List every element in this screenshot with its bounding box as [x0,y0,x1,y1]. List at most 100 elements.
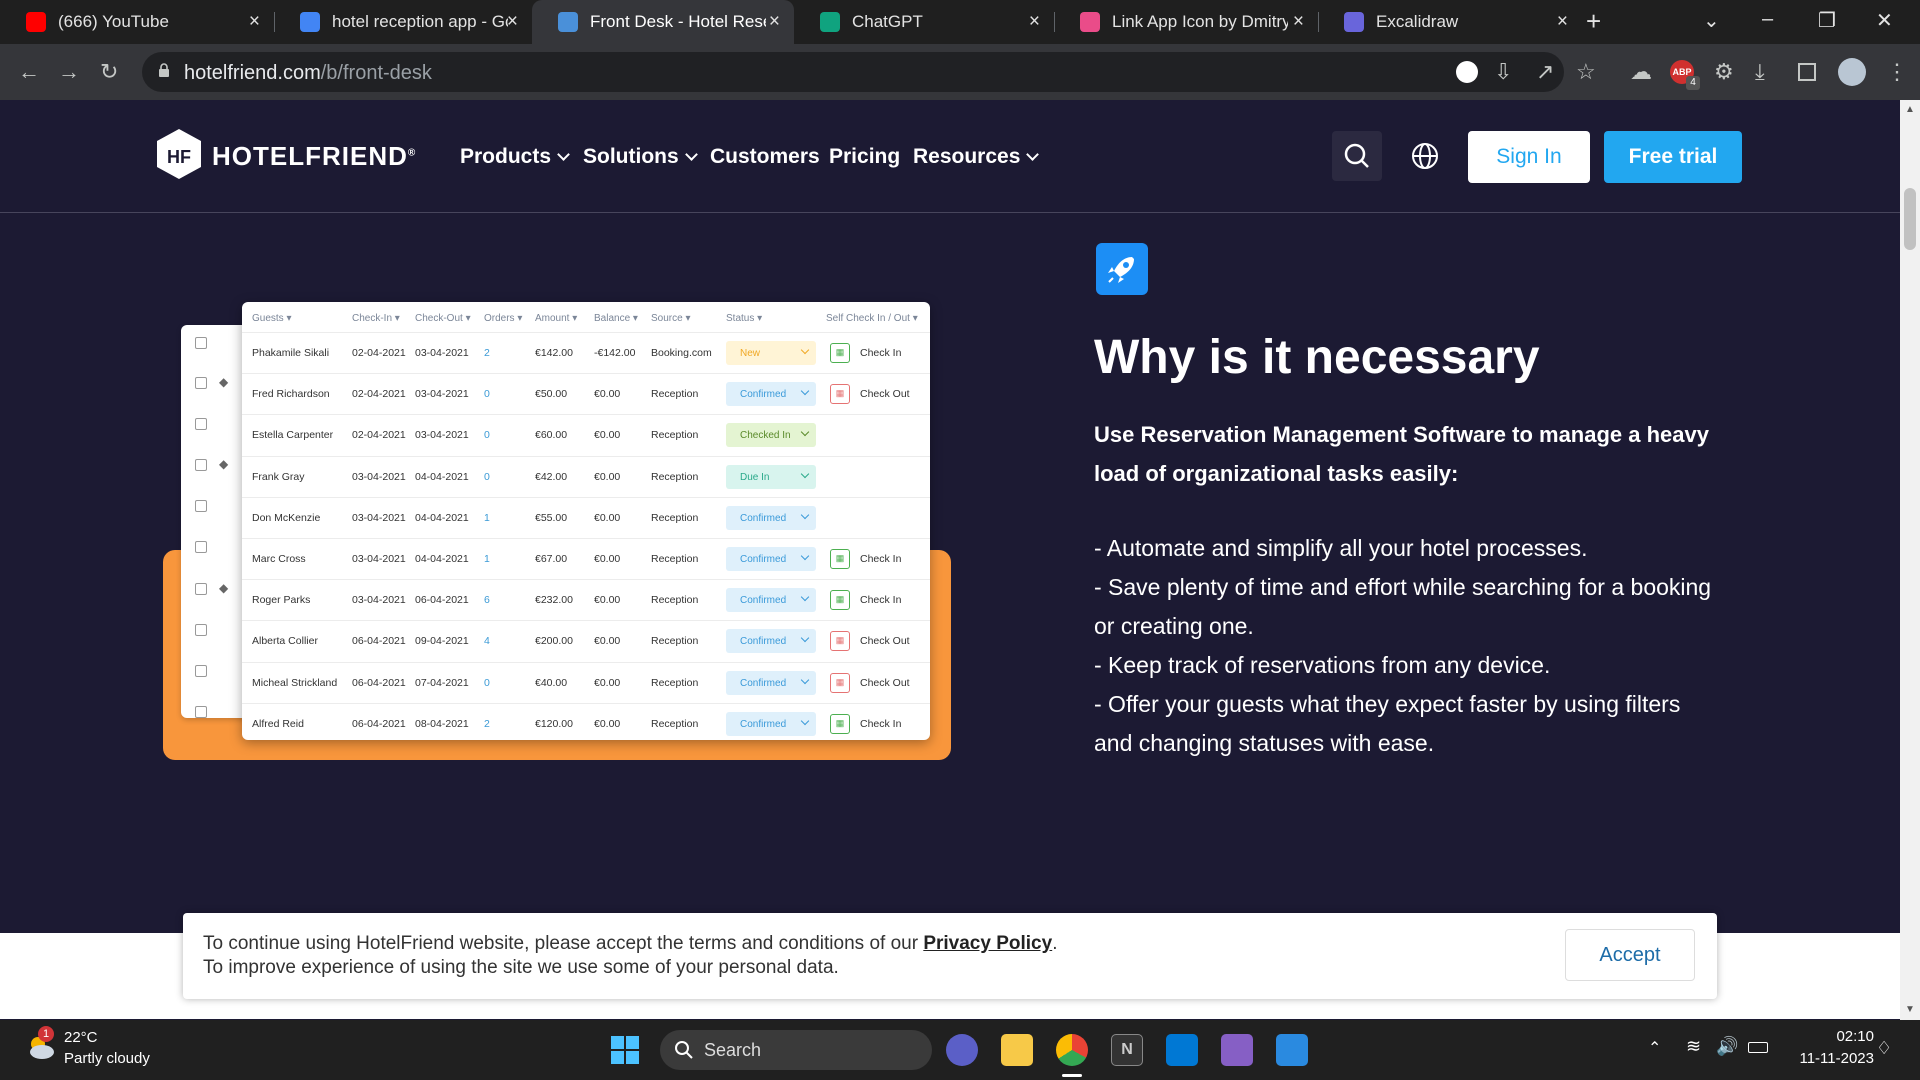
weather-temp[interactable]: 22°C [64,1029,98,1046]
scroll-up-icon[interactable]: ▲ [1905,104,1915,115]
status-dropdown[interactable]: Confirmed [726,547,816,571]
teams-meet-icon[interactable] [946,1034,978,1066]
scroll-thumb[interactable] [1904,188,1916,250]
browser-tab[interactable]: ChatGPT × [794,0,1054,44]
close-tab-icon[interactable]: × [1029,11,1040,33]
search-button[interactable] [1332,131,1382,181]
vscode-icon[interactable] [1166,1034,1198,1066]
scroll-down-icon[interactable]: ▼ [1905,1004,1915,1015]
address-bar[interactable]: hotelfriend.com/b/front-desk ⇩ ↗ ☆ [142,52,1596,92]
menu-kebab-icon[interactable]: ⋮ [1886,58,1908,86]
row-checkbox[interactable] [195,459,207,471]
battery-icon[interactable] [1748,1042,1768,1053]
table-row[interactable]: Frank Gray 03-04-2021 04-04-2021 0 €42.00 €0.… [242,455,930,497]
column-header[interactable]: Balance ▾ [594,313,638,324]
close-tab-icon[interactable]: × [507,11,518,33]
close-tab-icon[interactable]: × [769,11,780,33]
visual-studio-icon[interactable] [1221,1034,1253,1066]
tray-chevron-up-icon[interactable]: ⌃ [1648,1038,1661,1058]
chrome-icon[interactable] [1056,1034,1088,1066]
status-dropdown[interactable]: Confirmed [726,670,816,695]
self-check-label[interactable]: Check Out [860,677,910,689]
notepad-icon[interactable] [1276,1034,1308,1066]
column-header[interactable]: Self Check In / Out ▾ [826,313,918,324]
row-checkbox[interactable] [195,583,207,595]
taskbar-search[interactable]: Search [660,1030,932,1070]
weather-desc[interactable]: Partly cloudy [64,1050,150,1067]
status-dropdown[interactable]: Confirmed [726,711,816,736]
row-checkbox[interactable] [195,624,207,636]
table-row[interactable]: Marc Cross 03-04-2021 04-04-2021 1 €67.00 €0.… [242,538,930,579]
check-out-calendar-icon[interactable]: ▦ [830,672,850,693]
cloud-extension-icon[interactable]: ☁ [1630,58,1652,86]
self-check-label[interactable]: Check In [860,347,901,359]
status-dropdown[interactable]: New [726,341,816,365]
row-checkbox[interactable] [195,337,207,349]
wifi-icon[interactable]: ≋ [1686,1036,1701,1057]
status-dropdown[interactable]: Confirmed [726,505,816,530]
bookmark-star-icon[interactable]: ☆ [1576,58,1596,86]
check-out-calendar-icon[interactable]: ▦ [830,384,850,405]
browser-tab[interactable]: Excalidraw × [1318,0,1582,44]
table-row[interactable]: Fred Richardson 02-04-2021 03-04-2021 0 €50.… [242,373,930,414]
column-header[interactable]: Check-Out ▾ [415,313,471,324]
browser-tab[interactable]: (666) YouTube × [0,0,274,44]
profile-avatar[interactable] [1838,58,1866,86]
table-row[interactable]: Phakamile Sikali 02-04-2021 03-04-2021 2 €14… [242,332,930,373]
row-checkbox[interactable] [195,706,207,718]
nav-customers[interactable]: Customers [710,145,820,169]
status-dropdown[interactable]: Confirmed [726,629,816,654]
column-header[interactable]: Source ▾ [651,313,691,324]
status-dropdown[interactable]: Checked In [726,423,816,448]
nav-products[interactable]: Products [460,145,570,169]
check-in-calendar-icon[interactable]: ▦ [830,590,850,611]
check-in-calendar-icon[interactable]: ▦ [830,549,850,569]
column-header[interactable]: Guests ▾ [252,313,292,324]
status-dropdown[interactable]: Confirmed [726,382,816,407]
table-row[interactable]: Alfred Reid 06-04-2021 08-04-2021 2 €120.00 €… [242,702,930,744]
language-button[interactable] [1400,131,1450,181]
extensions-puzzle-icon[interactable]: ⚙ [1714,58,1734,86]
table-row[interactable]: Estella Carpenter 02-04-2021 03-04-2021 0 €6… [242,414,930,455]
row-checkbox[interactable] [195,377,207,389]
row-checkbox[interactable] [195,500,207,512]
install-app-icon[interactable]: ⇩ [1494,58,1512,86]
column-header[interactable]: Status ▾ [726,313,762,324]
restore-icon[interactable]: ❐ [1818,8,1836,33]
sign-in-button[interactable]: Sign In [1468,131,1590,183]
self-check-label[interactable]: Check In [860,553,901,565]
close-window-icon[interactable]: ✕ [1876,8,1893,33]
table-row[interactable]: Alberta Collier 06-04-2021 09-04-2021 4 €200… [242,620,930,661]
file-explorer-icon[interactable] [1001,1034,1033,1066]
row-checkbox[interactable] [195,541,207,553]
google-lens-icon[interactable] [1456,61,1478,83]
close-tab-icon[interactable]: × [249,11,260,33]
browser-tab[interactable]: Link App Icon by Dmitry × [1054,0,1318,44]
check-in-calendar-icon[interactable]: ▦ [830,713,850,734]
accept-button[interactable]: Accept [1565,929,1695,981]
free-trial-button[interactable]: Free trial [1604,131,1742,183]
column-header[interactable]: Amount ▾ [535,313,577,324]
clock-time[interactable]: 02:10 [1802,1028,1874,1045]
self-check-label[interactable]: Check In [860,594,901,606]
downloads-icon[interactable]: ⤓ [1755,58,1765,86]
clock-date[interactable]: 11-11-2023 [1786,1050,1874,1067]
browser-tab[interactable]: Front Desk - Hotel Reser × [532,0,794,44]
close-tab-icon[interactable]: × [1557,11,1568,33]
start-windows-icon[interactable] [611,1036,639,1064]
self-check-label[interactable]: Check Out [860,388,910,400]
side-panel-icon[interactable] [1798,63,1816,81]
check-out-calendar-icon[interactable]: ▦ [830,631,850,652]
browser-tab[interactable]: hotel reception app - Go × [274,0,532,44]
page-scrollbar[interactable]: ▲ ▼ [1900,100,1920,1020]
table-row[interactable]: Roger Parks 03-04-2021 06-04-2021 6 €232.00 €… [242,579,930,620]
minimize-icon[interactable]: – [1762,8,1773,31]
status-dropdown[interactable]: Confirmed [726,588,816,613]
forward-icon[interactable]: → [58,58,80,86]
table-row[interactable]: Don McKenzie 03-04-2021 04-04-2021 1 €55.00 €… [242,496,930,538]
nav-solutions[interactable]: Solutions [583,145,698,169]
reload-icon[interactable]: ↻ [100,58,118,86]
share-icon[interactable]: ↗ [1536,58,1554,86]
row-checkbox[interactable] [195,418,207,430]
status-dropdown[interactable]: Due In [726,464,816,489]
